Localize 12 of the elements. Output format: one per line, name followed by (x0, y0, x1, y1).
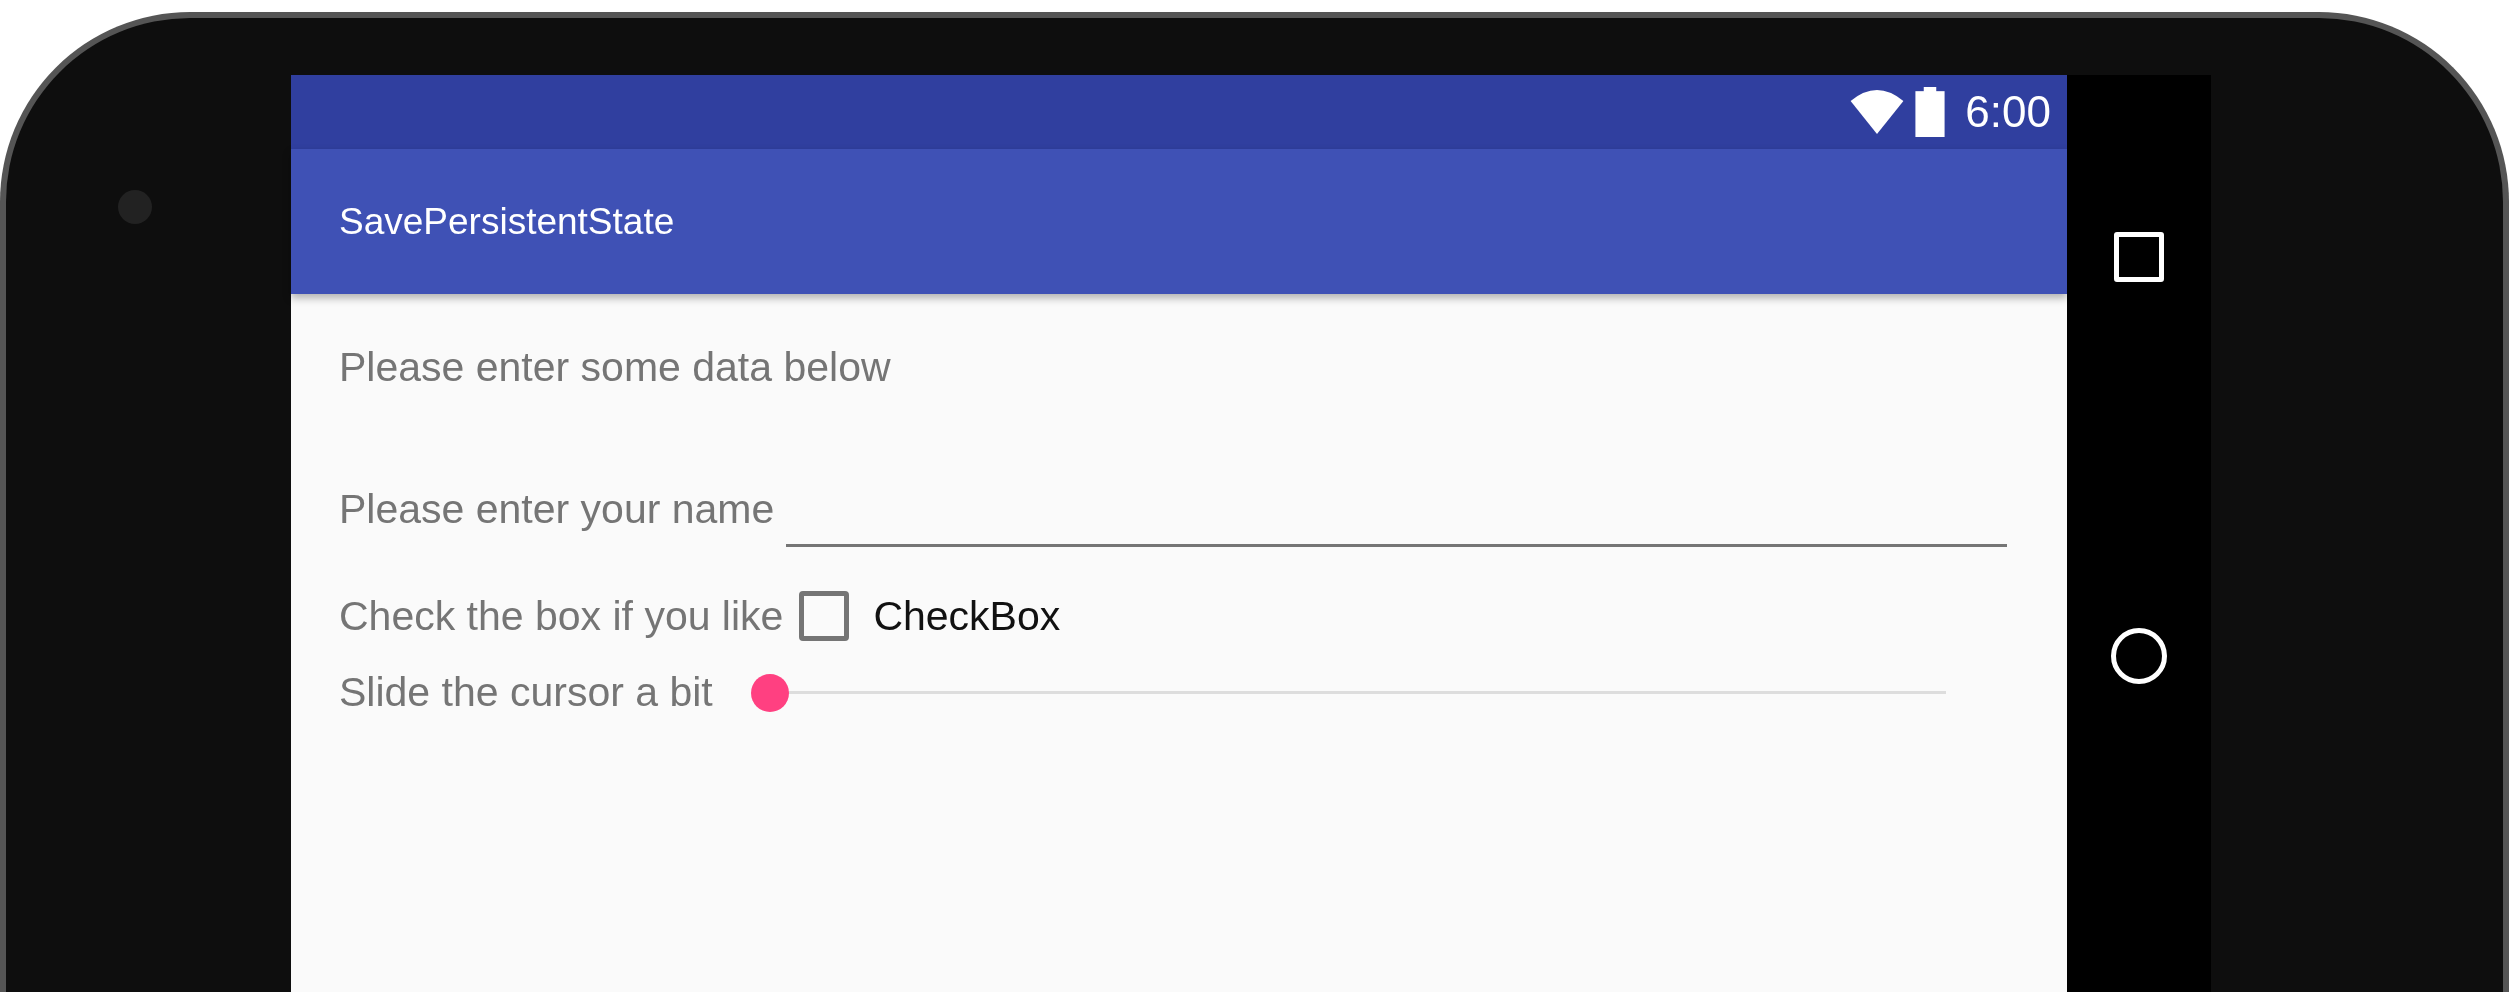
checkbox-square[interactable] (799, 591, 850, 641)
intro-text: Please enter some data below (339, 343, 892, 392)
app-title: SavePersistentState (339, 200, 675, 243)
status-time: 6:00 (1965, 87, 2051, 137)
home-button[interactable] (2111, 628, 2167, 684)
recents-button[interactable] (2114, 232, 2164, 282)
wifi-icon (1849, 90, 1906, 134)
name-label: Please enter your name (339, 486, 775, 533)
checkbox-label: Check the box if you like (339, 592, 784, 640)
slider-label: Slide the cursor a bit (339, 669, 713, 716)
checkbox[interactable]: CheckBox (799, 591, 1061, 641)
battery-icon (1915, 87, 1946, 137)
